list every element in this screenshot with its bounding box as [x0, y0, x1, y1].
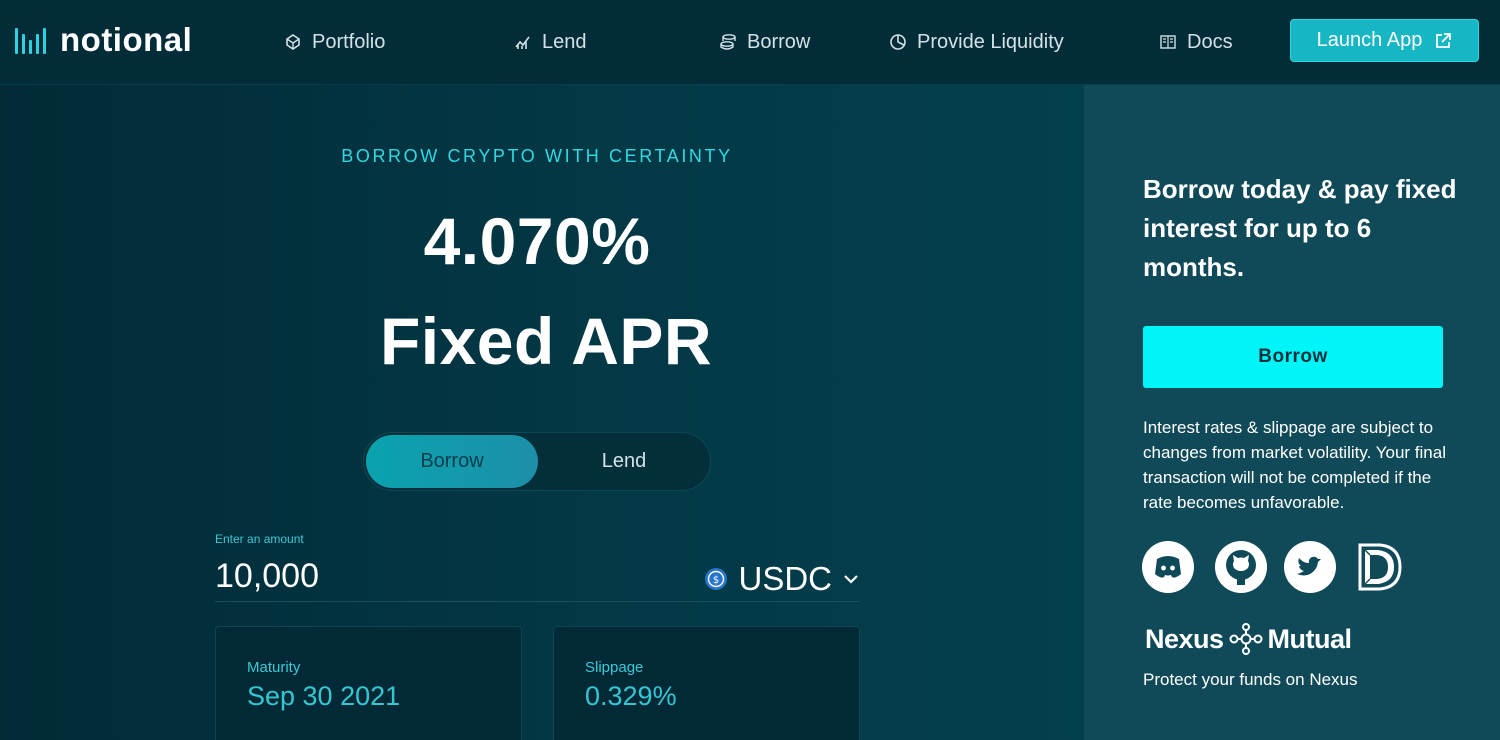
chevron-down-icon — [844, 575, 858, 584]
github-icon[interactable] — [1215, 541, 1267, 593]
slippage-card: Slippage 0.329% — [553, 626, 860, 740]
nav-label: Docs — [1187, 30, 1233, 53]
nexus-left: Nexus — [1145, 623, 1224, 654]
portfolio-icon — [286, 34, 300, 50]
nav-label: Borrow — [747, 30, 811, 53]
toggle-borrow[interactable]: Borrow — [366, 435, 538, 488]
nav-label: Portfolio — [312, 30, 386, 53]
slippage-value: 0.329% — [585, 681, 677, 711]
lend-icon — [515, 36, 530, 49]
nav-item-docs[interactable]: Docs — [1159, 30, 1233, 54]
amount-label: Enter an amount — [215, 532, 304, 546]
hero-rate: 4.070% — [423, 204, 651, 278]
slippage-label: Slippage — [585, 659, 644, 676]
maturity-label: Maturity — [247, 659, 301, 676]
nav-item-borrow[interactable]: Borrow — [719, 30, 810, 54]
launch-app-label: Launch App — [1316, 29, 1423, 51]
maturity-value: Sep 30 2021 — [247, 681, 401, 711]
amount-input-row: 10,000 $ USDC — [215, 553, 860, 602]
brand-name: notional — [60, 21, 193, 58]
currency-label: USDC — [738, 560, 832, 597]
launch-app-button[interactable]: Launch App — [1290, 19, 1479, 62]
svg-text:$: $ — [713, 575, 719, 586]
hero-kicker: BORROW CRYPTO WITH CERTAINTY — [341, 146, 733, 166]
amount-input[interactable]: 10,000 — [215, 557, 319, 596]
defipulse-icon[interactable] — [1356, 541, 1408, 593]
coins-icon — [720, 34, 736, 50]
nav-item-lend[interactable]: Lend — [514, 30, 587, 54]
external-link-icon — [1436, 32, 1452, 48]
borrow-button[interactable]: Borrow — [1143, 326, 1443, 388]
nexus-caption: Protect your funds on Nexus — [1143, 670, 1358, 689]
pie-icon — [890, 34, 906, 50]
toggle-lend[interactable]: Lend — [538, 435, 710, 488]
book-icon — [1160, 35, 1176, 49]
borrow-lend-toggle: Borrow Lend — [363, 432, 711, 491]
nav-label: Provide Liquidity — [917, 30, 1064, 53]
currency-select[interactable]: $ USDC — [704, 560, 860, 598]
discord-icon[interactable] — [1142, 541, 1194, 593]
maturity-card[interactable]: Maturity Sep 30 2021 — [215, 626, 522, 740]
nav-item-portfolio[interactable]: Portfolio — [284, 30, 385, 54]
hero-rate-suffix: Fixed APR — [379, 304, 713, 378]
usdc-icon: $ — [705, 568, 728, 590]
logo[interactable]: notional — [15, 21, 193, 58]
panel-disclaimer: Interest rates & slippage are subject to… — [1143, 418, 1446, 512]
panel-headline: Borrow today & pay fixed interest for up… — [1143, 174, 1457, 282]
hero-section: BORROW CRYPTO WITH CERTAINTY 4.070% Fixe… — [0, 85, 1084, 740]
nexus-mutual-logo[interactable]: Nexus Mutual — [1145, 623, 1352, 655]
twitter-icon[interactable] — [1284, 541, 1336, 593]
nexus-mutual-icon — [1229, 623, 1263, 655]
nexus-right: Mutual — [1267, 623, 1353, 654]
notional-logo-icon — [15, 26, 46, 54]
nav-item-provide-liquidity[interactable]: Provide Liquidity — [889, 30, 1064, 54]
top-nav: notional Portfolio Lend Borrow Provide L… — [0, 0, 1500, 85]
nav-label: Lend — [542, 30, 587, 53]
info-panel: Borrow today & pay fixed interest for up… — [1084, 85, 1500, 740]
